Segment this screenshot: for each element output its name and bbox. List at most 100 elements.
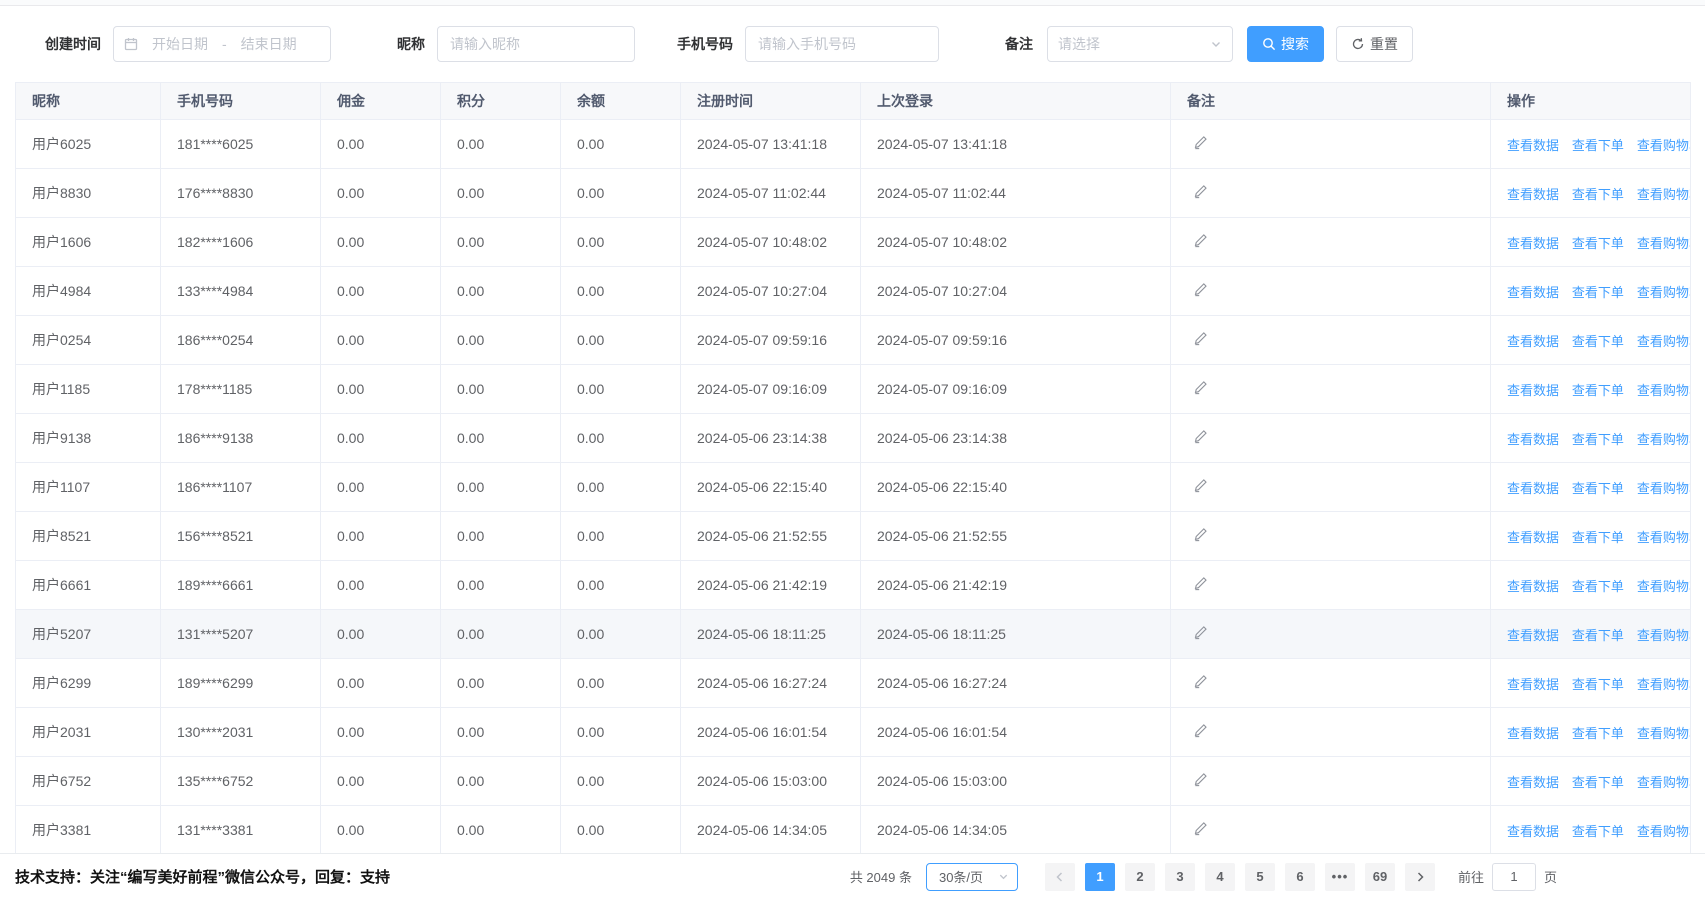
edit-remark-button[interactable] [1193, 821, 1208, 836]
view-cart-link[interactable]: 查看购物车 [1637, 432, 1691, 447]
reset-button[interactable]: 重置 [1336, 26, 1413, 62]
view-orders-link[interactable]: 查看下单 [1572, 824, 1624, 839]
cell-actions: 查看数据 查看下单 查看购物车 [1491, 512, 1691, 561]
edit-remark-button[interactable] [1193, 184, 1208, 199]
view-data-link[interactable]: 查看数据 [1507, 579, 1559, 594]
edit-remark-button[interactable] [1193, 282, 1208, 297]
remark-select[interactable]: 请选择 [1047, 26, 1233, 62]
edit-remark-button[interactable] [1193, 674, 1208, 689]
page-size-select[interactable]: 30条/页 [926, 863, 1018, 891]
edit-remark-button[interactable] [1193, 772, 1208, 787]
edit-remark-button[interactable] [1193, 478, 1208, 493]
view-cart-link[interactable]: 查看购物车 [1637, 481, 1691, 496]
next-page-button[interactable] [1405, 863, 1435, 891]
table-row: 用户6661 189****6661 0.00 0.00 0.00 2024-0… [16, 561, 1691, 610]
view-data-link[interactable]: 查看数据 [1507, 628, 1559, 643]
view-cart-link[interactable]: 查看购物车 [1637, 726, 1691, 741]
edit-remark-button[interactable] [1193, 429, 1208, 444]
cell-commission: 0.00 [321, 512, 441, 561]
search-button[interactable]: 搜索 [1247, 26, 1324, 62]
cell-nickname: 用户0254 [16, 316, 161, 365]
page-number-button[interactable]: 2 [1125, 863, 1155, 891]
view-orders-link[interactable]: 查看下单 [1572, 285, 1624, 300]
edit-remark-button[interactable] [1193, 331, 1208, 346]
view-orders-link[interactable]: 查看下单 [1572, 530, 1624, 545]
view-orders-link[interactable]: 查看下单 [1572, 432, 1624, 447]
view-orders-link[interactable]: 查看下单 [1572, 579, 1624, 594]
end-date-placeholder[interactable]: 结束日期 [241, 34, 297, 54]
edit-remark-button[interactable] [1193, 233, 1208, 248]
cell-balance: 0.00 [561, 120, 681, 169]
view-orders-link[interactable]: 查看下单 [1572, 236, 1624, 251]
page-number-button[interactable]: 1 [1085, 863, 1115, 891]
chevron-left-icon [1054, 871, 1066, 883]
edit-remark-button[interactable] [1193, 135, 1208, 150]
view-cart-link[interactable]: 查看购物车 [1637, 187, 1691, 202]
view-data-link[interactable]: 查看数据 [1507, 432, 1559, 447]
cell-actions: 查看数据 查看下单 查看购物车 [1491, 708, 1691, 757]
view-data-link[interactable]: 查看数据 [1507, 187, 1559, 202]
view-data-link[interactable]: 查看数据 [1507, 726, 1559, 741]
view-orders-link[interactable]: 查看下单 [1572, 775, 1624, 790]
cell-balance: 0.00 [561, 218, 681, 267]
view-orders-link[interactable]: 查看下单 [1572, 138, 1624, 153]
cell-remark [1171, 120, 1491, 169]
page-number-button[interactable]: 69 [1365, 863, 1395, 891]
page-number-button[interactable]: 3 [1165, 863, 1195, 891]
start-date-placeholder[interactable]: 开始日期 [152, 34, 208, 54]
cell-remark [1171, 708, 1491, 757]
view-data-link[interactable]: 查看数据 [1507, 775, 1559, 790]
view-orders-link[interactable]: 查看下单 [1572, 383, 1624, 398]
cell-phone: 156****8521 [161, 512, 321, 561]
date-range-separator: - [222, 36, 227, 52]
view-cart-link[interactable]: 查看购物车 [1637, 138, 1691, 153]
cell-last-login: 2024-05-06 22:15:40 [861, 463, 1171, 512]
cell-last-login: 2024-05-06 21:42:19 [861, 561, 1171, 610]
prev-page-button[interactable] [1045, 863, 1075, 891]
page-number-button[interactable]: 6 [1285, 863, 1315, 891]
view-cart-link[interactable]: 查看购物车 [1637, 628, 1691, 643]
table-row: 用户1185 178****1185 0.00 0.00 0.00 2024-0… [16, 365, 1691, 414]
view-data-link[interactable]: 查看数据 [1507, 285, 1559, 300]
view-cart-link[interactable]: 查看购物车 [1637, 334, 1691, 349]
page-ellipsis-button[interactable]: ••• [1325, 863, 1355, 891]
view-orders-link[interactable]: 查看下单 [1572, 334, 1624, 349]
view-cart-link[interactable]: 查看购物车 [1637, 285, 1691, 300]
view-data-link[interactable]: 查看数据 [1507, 481, 1559, 496]
view-cart-link[interactable]: 查看购物车 [1637, 579, 1691, 594]
edit-remark-button[interactable] [1193, 527, 1208, 542]
view-cart-link[interactable]: 查看购物车 [1637, 677, 1691, 692]
view-cart-link[interactable]: 查看购物车 [1637, 236, 1691, 251]
page-number-button[interactable]: 4 [1205, 863, 1235, 891]
edit-remark-button[interactable] [1193, 625, 1208, 640]
edit-pencil-icon [1193, 184, 1208, 199]
page-number-button[interactable]: 5 [1245, 863, 1275, 891]
view-data-link[interactable]: 查看数据 [1507, 824, 1559, 839]
view-orders-link[interactable]: 查看下单 [1572, 187, 1624, 202]
view-cart-link[interactable]: 查看购物车 [1637, 824, 1691, 839]
edit-remark-button[interactable] [1193, 723, 1208, 738]
cell-last-login: 2024-05-06 16:27:24 [861, 659, 1171, 708]
view-data-link[interactable]: 查看数据 [1507, 530, 1559, 545]
view-cart-link[interactable]: 查看购物车 [1637, 383, 1691, 398]
view-data-link[interactable]: 查看数据 [1507, 383, 1559, 398]
chevron-right-icon [1414, 871, 1426, 883]
date-range-picker[interactable]: 开始日期 - 结束日期 [113, 26, 331, 62]
nickname-input[interactable] [437, 26, 635, 62]
phone-label: 手机号码 [677, 34, 733, 54]
view-orders-link[interactable]: 查看下单 [1572, 481, 1624, 496]
view-cart-link[interactable]: 查看购物车 [1637, 530, 1691, 545]
view-data-link[interactable]: 查看数据 [1507, 236, 1559, 251]
view-orders-link[interactable]: 查看下单 [1572, 726, 1624, 741]
view-cart-link[interactable]: 查看购物车 [1637, 775, 1691, 790]
phone-input[interactable] [745, 26, 939, 62]
cell-commission: 0.00 [321, 757, 441, 806]
view-orders-link[interactable]: 查看下单 [1572, 677, 1624, 692]
view-data-link[interactable]: 查看数据 [1507, 334, 1559, 349]
view-data-link[interactable]: 查看数据 [1507, 138, 1559, 153]
edit-remark-button[interactable] [1193, 576, 1208, 591]
view-orders-link[interactable]: 查看下单 [1572, 628, 1624, 643]
view-data-link[interactable]: 查看数据 [1507, 677, 1559, 692]
edit-remark-button[interactable] [1193, 380, 1208, 395]
goto-page-input[interactable] [1492, 863, 1536, 891]
